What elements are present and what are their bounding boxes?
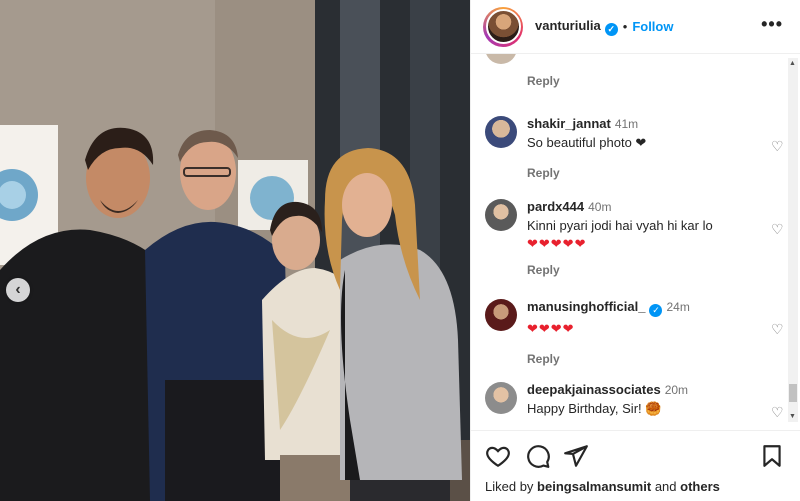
reply-button[interactable]: Reply: [527, 352, 757, 366]
scrollbar-thumb[interactable]: [789, 384, 797, 402]
comment-time: 20m: [664, 383, 689, 397]
comment-meta: pardx444 40m: [527, 199, 757, 214]
commenter-avatar[interactable]: [485, 54, 517, 64]
comments-scrollbar[interactable]: ▲ ▼: [788, 58, 798, 422]
previous-photo-button[interactable]: ‹: [6, 278, 30, 302]
post-actions: Liked by beingsalmansumit and others: [471, 430, 800, 501]
post-photo[interactable]: ‹: [0, 0, 470, 501]
hearts-emoji: ❤❤❤❤: [527, 321, 575, 336]
commenter-username[interactable]: manusinghofficial_: [527, 299, 645, 314]
commenter-username[interactable]: pardx444: [527, 199, 584, 214]
comment-text: So beautiful photo ❤: [527, 134, 757, 152]
liked-by-text: Liked by beingsalmansumit and others: [485, 479, 720, 494]
instagram-post-view: ‹ vanturiulia✓ • Follow ••• ❤❤: [0, 0, 800, 501]
commenter-avatar[interactable]: [485, 299, 517, 331]
comment-body: ❤❤ Reply: [527, 54, 757, 88]
comment-icon[interactable]: [525, 443, 551, 469]
post-side-panel: vanturiulia✓ • Follow ••• ❤❤ Reply ♡: [470, 0, 800, 501]
comment-meta: manusinghofficial_ ✓ 24m: [527, 299, 757, 317]
liked-by-user[interactable]: beingsalmansumit: [537, 479, 651, 494]
reply-button[interactable]: Reply: [527, 263, 757, 277]
follow-button[interactable]: Follow: [632, 19, 673, 34]
comment-hearts: ❤❤❤❤: [527, 320, 757, 338]
chevron-left-icon: ‹: [15, 281, 21, 298]
scroll-down-icon[interactable]: ▼: [789, 413, 796, 420]
heart-outline-icon[interactable]: ♡: [771, 138, 785, 154]
comment-body: manusinghofficial_ ✓ 24m ❤❤❤❤ Reply: [527, 299, 757, 366]
liked-others-link[interactable]: others: [680, 479, 720, 494]
liked-prefix: Liked by: [485, 479, 534, 494]
heart-icon[interactable]: [485, 443, 511, 469]
commenter-avatar[interactable]: [485, 382, 517, 414]
photo-illustration: [0, 0, 470, 501]
liked-mid: and: [654, 479, 677, 494]
scroll-up-icon[interactable]: ▲: [789, 60, 796, 67]
commenter-username[interactable]: shakir_jannat: [527, 116, 611, 131]
comment-text: Kinni pyari jodi hai vyah hi kar lo: [527, 217, 757, 235]
header-separator: •: [622, 19, 628, 34]
hearts-emoji: ❤❤: [527, 54, 551, 58]
heart-outline-icon[interactable]: ♡: [771, 221, 785, 237]
reply-button[interactable]: Reply: [527, 74, 757, 88]
verified-badge-icon: ✓: [649, 304, 663, 317]
heart-outline-icon[interactable]: ♡: [771, 321, 785, 337]
commenter-username[interactable]: deepakjainassociates: [527, 382, 661, 397]
bookmark-icon[interactable]: [759, 443, 785, 469]
verified-badge-icon: ✓: [604, 22, 618, 36]
heart-outline-icon[interactable]: ♡: [771, 404, 785, 420]
hearts-emoji: ❤❤❤❤❤: [527, 236, 587, 251]
post-header: vanturiulia ✓ • Follow •••: [471, 0, 800, 54]
comment-text-content: Happy Birthday, Sir! 🥮: [527, 401, 662, 416]
comment-text: Happy Birthday, Sir! 🥮: [527, 400, 757, 418]
reply-button[interactable]: Reply: [527, 166, 757, 180]
author-username-text[interactable]: vanturiulia: [535, 18, 601, 33]
author-username[interactable]: vanturiulia ✓: [535, 18, 618, 36]
avatar-image: [485, 9, 521, 44]
more-options-icon[interactable]: •••: [761, 14, 783, 35]
share-icon[interactable]: [563, 443, 589, 469]
comment-time: 40m: [588, 200, 612, 214]
comment-hearts: ❤❤❤❤❤: [527, 235, 757, 253]
comment-body: pardx444 40m Kinni pyari jodi hai vyah hi…: [527, 199, 757, 277]
comment-text-content: So beautiful photo ❤: [527, 135, 647, 150]
comment-meta: deepakjainassociates 20m: [527, 382, 757, 397]
commenter-avatar[interactable]: [485, 116, 517, 148]
comment-meta: shakir_jannat 41m: [527, 116, 757, 131]
comment-time: 41m: [614, 117, 639, 131]
comment-hearts: ❤❤: [527, 54, 757, 60]
comment-body: deepakjainassociates 20m Happy Birthday, …: [527, 382, 757, 418]
comment-text-content: Kinni pyari jodi hai vyah hi kar lo: [527, 218, 713, 233]
commenter-avatar[interactable]: [485, 199, 517, 231]
author-avatar[interactable]: [483, 6, 523, 47]
comment-body: shakir_jannat 41m So beautiful photo ❤ Re…: [527, 116, 757, 180]
comment-time: 24m: [666, 300, 690, 314]
comments-list[interactable]: ❤❤ Reply ♡ shakir_jannat41m So beautiful…: [471, 54, 800, 430]
